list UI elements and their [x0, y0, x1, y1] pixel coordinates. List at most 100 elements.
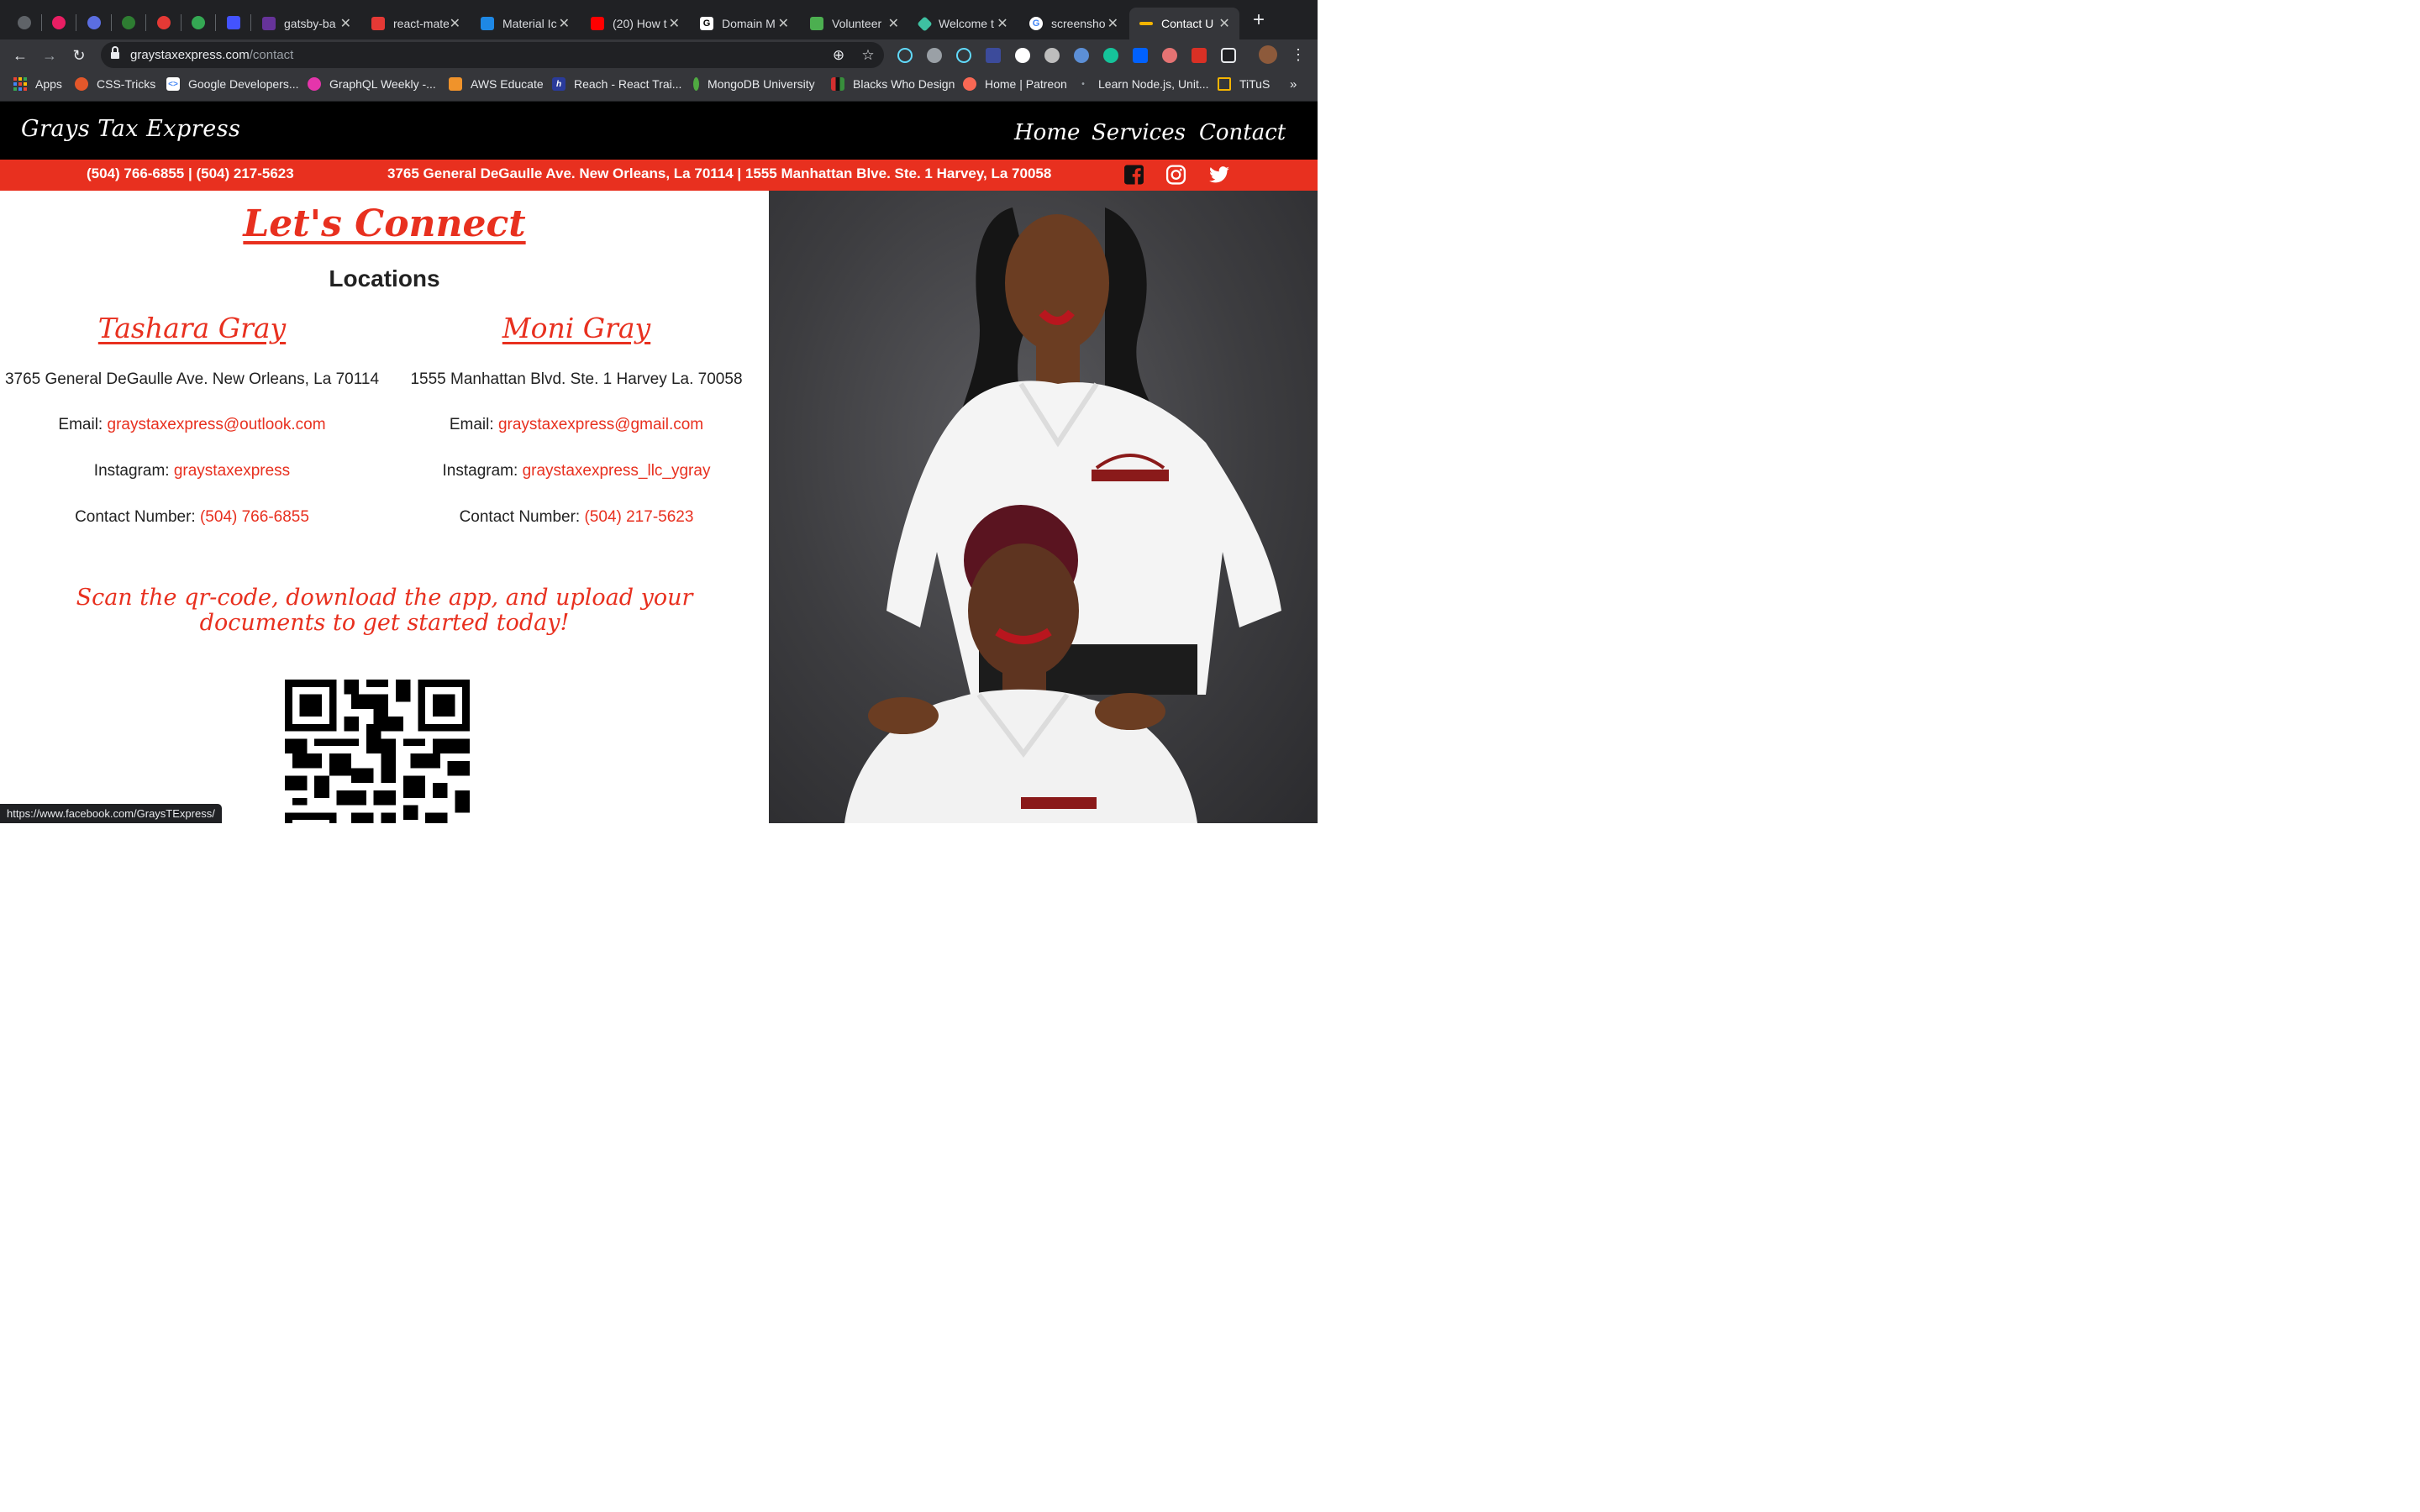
- close-icon[interactable]: ✕: [1218, 15, 1231, 32]
- blacks-who-design-icon: [831, 77, 844, 91]
- pinned-tab-bolt-icon[interactable]: [152, 11, 176, 34]
- location-card-harvey: Moni Gray 1555 Manhattan Blvd. Ste. 1 Ha…: [384, 312, 769, 526]
- close-icon[interactable]: ✕: [449, 15, 461, 32]
- bookmark-css-tricks[interactable]: CSS-Tricks: [75, 77, 155, 91]
- settings-extension-icon[interactable]: [927, 48, 942, 63]
- profile-avatar[interactable]: [1259, 45, 1277, 64]
- tab-title: screensho: [1051, 17, 1106, 30]
- facebook-icon[interactable]: [1123, 164, 1144, 186]
- bookmark-titus[interactable]: TiTuS: [1218, 77, 1270, 91]
- more-menu-icon[interactable]: ⋮: [1291, 45, 1306, 65]
- react-extension-icon[interactable]: [956, 48, 971, 63]
- header-phone-numbers: (504) 766-6855 | (504) 217-5623: [87, 165, 294, 181]
- browser-tab[interactable]: react-mate ✕: [361, 8, 470, 39]
- pinned-tab-globe-icon[interactable]: [13, 11, 36, 34]
- close-icon[interactable]: ✕: [558, 15, 571, 32]
- location-owner-name: Moni Gray: [502, 312, 651, 344]
- bookmark-blacks-who-design[interactable]: Blacks Who Design: [831, 77, 955, 91]
- node-icon: •: [1076, 77, 1090, 91]
- close-icon[interactable]: ✕: [996, 15, 1009, 32]
- shield-icon[interactable]: [1221, 48, 1236, 63]
- nav-home-link[interactable]: Home: [1014, 120, 1080, 145]
- grammarly-icon[interactable]: [1103, 48, 1118, 63]
- close-icon[interactable]: ✕: [1107, 15, 1119, 32]
- site-header: Grays Tax Express Home Services Contact: [0, 102, 1318, 160]
- apps-grid-icon: [13, 77, 27, 91]
- location-email-row: Email: graystaxexpress@outlook.com: [0, 416, 384, 434]
- extension-glasses-icon[interactable]: [1162, 48, 1177, 63]
- nav-contact-link[interactable]: Contact: [1199, 120, 1286, 145]
- new-tab-button[interactable]: +: [1249, 10, 1269, 30]
- site-logo[interactable]: Grays Tax Express: [21, 116, 240, 142]
- bookmark-learn-node[interactable]: • Learn Node.js, Unit...: [1076, 77, 1209, 91]
- bookmark-reach[interactable]: h Reach - React Trai...: [552, 77, 681, 91]
- browser-tab[interactable]: Welcome t ✕: [909, 8, 1018, 39]
- address-bar[interactable]: graystaxexpress.com/contact ⊕ ☆: [101, 42, 884, 68]
- contact-content: Let's Connect Locations Tashara Gray 376…: [0, 191, 769, 823]
- install-app-icon[interactable]: ⊕: [830, 47, 847, 64]
- close-icon[interactable]: ✕: [887, 15, 900, 32]
- browser-tab[interactable]: gatsby-ba ✕: [252, 8, 360, 39]
- phone-link[interactable]: (504) 766-6855: [200, 508, 309, 526]
- pinned-tab-leaf-icon[interactable]: [117, 11, 140, 34]
- instagram-link[interactable]: graystaxexpress: [174, 462, 290, 480]
- browser-tab[interactable]: G screensho ✕: [1019, 8, 1128, 39]
- tab-favicon-icon: [810, 17, 823, 30]
- location-phone-row: Contact Number: (504) 766-6855: [0, 508, 384, 527]
- bookmark-graphql-weekly[interactable]: GraphQL Weekly -...: [308, 77, 436, 91]
- email-link[interactable]: graystaxexpress@outlook.com: [108, 416, 326, 433]
- close-icon[interactable]: ✕: [777, 15, 790, 32]
- bookmark-mongodb[interactable]: MongoDB University: [693, 77, 815, 91]
- instagram-icon[interactable]: [1165, 164, 1186, 186]
- browser-tab[interactable]: Material Ic ✕: [471, 8, 579, 39]
- tab-divider: [145, 14, 146, 31]
- email-label: Email:: [58, 416, 108, 433]
- nav-services-link[interactable]: Services: [1092, 120, 1186, 145]
- forward-arrow-icon[interactable]: →: [39, 45, 60, 66]
- extension-record-icon[interactable]: [1044, 48, 1060, 63]
- url-text: graystaxexpress.com/contact: [130, 48, 294, 62]
- dropbox-icon[interactable]: [1133, 48, 1148, 63]
- close-icon[interactable]: ✕: [339, 15, 352, 32]
- bookmark-star-icon[interactable]: ☆: [860, 47, 876, 64]
- tab-divider: [181, 14, 182, 31]
- back-arrow-icon[interactable]: ←: [10, 45, 30, 66]
- extension-o-icon[interactable]: [1074, 48, 1089, 63]
- tab-favicon-icon: [1139, 22, 1153, 25]
- browser-tab[interactable]: Volunteer ✕: [800, 8, 908, 39]
- email-link[interactable]: graystaxexpress@gmail.com: [498, 416, 703, 433]
- pinned-tab-play-icon[interactable]: [47, 11, 71, 34]
- aws-cube-icon: [449, 77, 462, 91]
- twitter-icon[interactable]: [1207, 164, 1231, 186]
- bookmark-aws-educate[interactable]: AWS Educate: [449, 77, 544, 91]
- pinned-tab-w-icon[interactable]: [222, 11, 245, 34]
- extension-circle-icon[interactable]: [1015, 48, 1030, 63]
- extension-u-icon[interactable]: [986, 48, 1001, 63]
- tab-title: Volunteer: [832, 17, 882, 30]
- tab-divider: [111, 14, 112, 31]
- react-devtools-extension-icon[interactable]: [897, 48, 913, 63]
- bookmark-apps[interactable]: Apps: [13, 77, 62, 91]
- browser-tab-strip: gatsby-ba ✕ react-mate ✕ Material Ic ✕ (…: [0, 0, 1318, 39]
- bookmark-google-developers[interactable]: <> Google Developers...: [166, 77, 299, 91]
- email-label: Email:: [449, 416, 498, 433]
- extension-badge-icon[interactable]: [1192, 48, 1207, 63]
- instagram-link[interactable]: graystaxexpress_llc_ygray: [523, 462, 711, 480]
- browser-tab[interactable]: G Domain M ✕: [690, 8, 798, 39]
- phone-link[interactable]: (504) 217-5623: [584, 508, 693, 526]
- close-icon[interactable]: ✕: [668, 15, 681, 32]
- pinned-tab-c-icon[interactable]: [82, 11, 106, 34]
- bookmarks-overflow-chevron-icon[interactable]: »: [1290, 77, 1297, 92]
- location-email-row: Email: graystaxexpress@gmail.com: [384, 416, 769, 434]
- lock-icon: [111, 46, 119, 60]
- reload-icon[interactable]: ↻: [69, 45, 89, 66]
- location-instagram-row: Instagram: graystaxexpress_llc_ygray: [384, 462, 769, 480]
- tab-title: Domain M: [722, 17, 776, 30]
- browser-tab[interactable]: (20) How t ✕: [581, 8, 689, 39]
- bookmark-label: AWS Educate: [471, 77, 544, 91]
- pinned-tab-s-icon[interactable]: [187, 11, 210, 34]
- bookmark-patreon[interactable]: Home | Patreon: [963, 77, 1067, 91]
- browser-tab-active[interactable]: Contact U ✕: [1129, 8, 1239, 39]
- tab-title: (20) How t: [613, 17, 667, 30]
- bookmark-label: GraphQL Weekly -...: [329, 77, 436, 91]
